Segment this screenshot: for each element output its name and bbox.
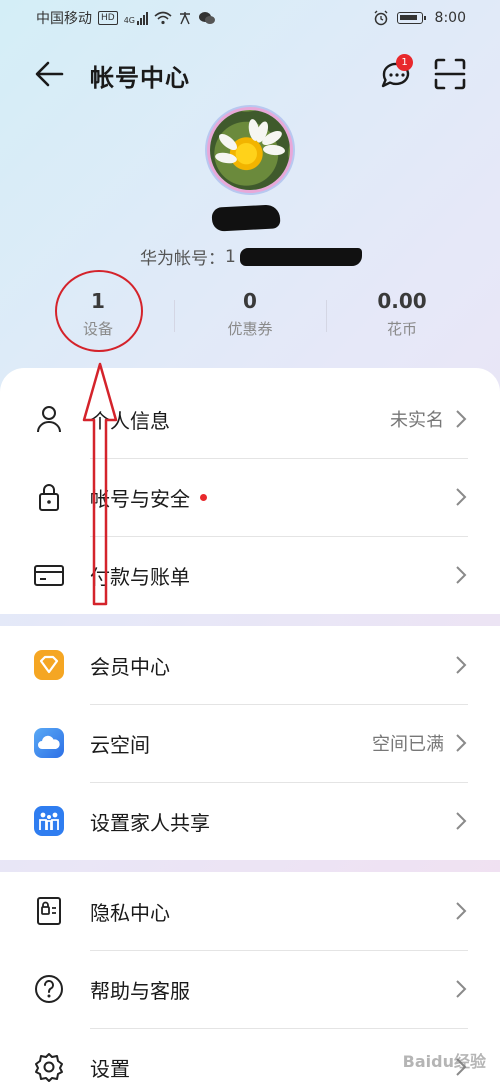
row-label: 帐号与安全 [90,486,190,511]
avatar[interactable] [210,110,290,190]
stat-coupons[interactable]: 0 优惠券 [174,288,326,348]
clock-time: 8:00 [434,10,466,26]
battery-icon [396,12,426,24]
row-family-sharing[interactable]: 设置家人共享 [0,782,500,860]
row-value: 未实名 [390,410,444,431]
row-payment-billing[interactable]: 付款与账单 [0,536,500,614]
account-id-row: 华为帐号： 1 [140,244,362,269]
row-personal-info[interactable]: 个人信息 未实名 [0,380,500,458]
stat-value: 1 [91,289,105,313]
row-vip-center[interactable]: 会员中心 [0,626,500,704]
watermark: Baidu经验 [402,1052,486,1071]
redacted-account-id [239,247,362,266]
chevron-right-icon [456,656,467,674]
stat-label: 设备 [82,320,113,338]
stat-label: 花币 [386,320,417,338]
row-label: 会员中心 [90,654,170,679]
stat-huawei-coins[interactable]: 0.00 花币 [326,288,478,348]
wechat-icon [199,12,215,24]
row-account-security[interactable]: 帐号与安全 [0,458,500,536]
alarm-icon [374,10,388,26]
back-arrow-icon[interactable] [32,58,68,90]
carrier-name: 中国移动 [36,11,92,27]
services-card: 会员中心 云空间 空间已满 设置家人共享 [0,626,500,860]
chevron-right-icon [456,488,467,506]
stat-value: 0.00 [377,289,427,313]
card-icon [34,565,64,586]
lock-icon [39,484,59,511]
stat-devices[interactable]: 1 设备 [22,288,174,348]
stat-value: 0 [243,289,257,313]
row-value: 空间已满 [372,734,444,755]
chevron-right-icon [456,566,467,584]
scan-icon[interactable] [432,56,468,92]
chevron-right-icon [456,902,467,920]
stats-bar: 1 设备 0 优惠券 0.00 花币 [22,288,478,348]
messages-button[interactable]: 1 [378,54,414,92]
account-settings-card: 个人信息 未实名 帐号与安全 付款与账单 [0,368,500,614]
message-count-badge: 1 [396,54,413,71]
row-label: 付款与账单 [90,564,190,589]
chevron-right-icon [456,812,467,830]
row-label: 设置 [90,1056,130,1081]
hd-badge: HD [98,11,118,25]
privacy-icon [37,897,61,925]
account-id-visible: 1 [225,246,236,267]
row-label: 云空间 [90,732,150,757]
row-privacy-center[interactable]: 隐私中心 [0,872,500,950]
help-icon [35,975,63,1003]
translate-icon [180,12,190,25]
wifi-icon [154,11,172,25]
family-icon [34,806,64,836]
row-label: 个人信息 [90,408,170,433]
row-cloud-space[interactable]: 云空间 空间已满 [0,704,500,782]
stat-label: 优惠券 [227,320,273,338]
chevron-right-icon [456,734,467,752]
page-title: 帐号中心 [90,64,190,92]
vip-icon [34,650,64,680]
chevron-right-icon [456,980,467,998]
row-help-support[interactable]: 帮助与客服 [0,950,500,1028]
account-label: 华为帐号： [140,249,225,269]
chevron-right-icon [456,410,467,428]
signal-icon: 4G [124,11,148,25]
notification-dot [200,493,207,501]
person-icon [37,406,61,433]
row-label: 隐私中心 [90,900,170,925]
top-bar: 帐号中心 1 [0,50,500,98]
status-bar: 中国移动 HD 4G 8:00 [0,0,500,36]
row-label: 设置家人共享 [90,810,210,835]
redacted-username [211,204,281,232]
row-label: 帮助与客服 [90,978,190,1003]
gear-icon [35,1053,63,1082]
cloud-icon [34,728,64,758]
